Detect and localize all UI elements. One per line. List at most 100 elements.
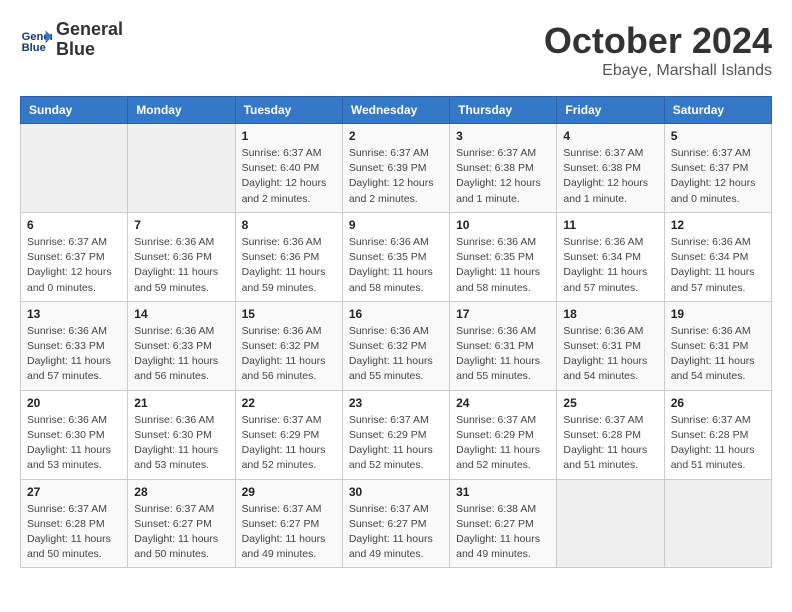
day-number: 29 (242, 485, 336, 499)
day-info: Sunrise: 6:37 AMSunset: 6:28 PMDaylight:… (671, 413, 765, 474)
day-info: Sunrise: 6:37 AMSunset: 6:37 PMDaylight:… (27, 235, 121, 296)
day-number: 17 (456, 307, 550, 321)
calendar-cell: 1 Sunrise: 6:37 AMSunset: 6:40 PMDaylight… (235, 124, 342, 213)
calendar-week-row: 27Sunrise: 6:37 AMSunset: 6:28 PMDayligh… (21, 479, 772, 568)
weekday-header: Tuesday (235, 97, 342, 124)
day-info: Sunrise: 6:36 AMSunset: 6:34 PMDaylight:… (563, 235, 657, 296)
day-number: 10 (456, 218, 550, 232)
day-number: 22 (242, 396, 336, 410)
calendar-header-row: SundayMondayTuesdayWednesdayThursdayFrid… (21, 97, 772, 124)
day-number: 26 (671, 396, 765, 410)
day-number: 12 (671, 218, 765, 232)
calendar-cell (128, 124, 235, 213)
day-number: 7 (134, 218, 228, 232)
day-info: Sunrise: 6:37 AMSunset: 6:27 PMDaylight:… (242, 502, 336, 563)
calendar-week-row: 20 Sunrise: 6:36 AMSunset: 6:30 PMDayligh… (21, 390, 772, 479)
day-info: Sunrise: 6:36 AMSunset: 6:33 PMDaylight:… (134, 324, 228, 385)
day-info: Sunrise: 6:38 AMSunset: 6:27 PMDaylight:… (456, 502, 550, 563)
calendar-cell: 8 Sunrise: 6:36 AMSunset: 6:36 PMDaylight… (235, 212, 342, 301)
day-number: 18 (563, 307, 657, 321)
day-info: Sunrise: 6:36 AMSunset: 6:33 PMDaylight:… (27, 324, 121, 385)
day-number: 5 (671, 129, 765, 143)
calendar-cell: 27Sunrise: 6:37 AMSunset: 6:28 PMDayligh… (21, 479, 128, 568)
day-info: Sunrise: 6:36 AMSunset: 6:36 PMDaylight:… (242, 235, 336, 296)
day-number: 9 (349, 218, 443, 232)
day-info: Sunrise: 6:37 AMSunset: 6:39 PMDaylight:… (349, 146, 443, 207)
calendar-cell: 31 Sunrise: 6:38 AMSunset: 6:27 PMDayligh… (450, 479, 557, 568)
calendar-week-row: 13 Sunrise: 6:36 AMSunset: 6:33 PMDayligh… (21, 301, 772, 390)
title-block: October 2024 Ebaye, Marshall Islands (544, 20, 772, 80)
calendar-cell: 18 Sunrise: 6:36 AMSunset: 6:31 PMDayligh… (557, 301, 664, 390)
day-number: 14 (134, 307, 228, 321)
calendar-cell (557, 479, 664, 568)
logo: General Blue General Blue (20, 20, 123, 60)
day-info: Sunrise: 6:36 AMSunset: 6:31 PMDaylight:… (563, 324, 657, 385)
day-number: 8 (242, 218, 336, 232)
day-number: 25 (563, 396, 657, 410)
calendar-cell: 3Sunrise: 6:37 AMSunset: 6:38 PMDaylight… (450, 124, 557, 213)
calendar-cell: 28 Sunrise: 6:37 AMSunset: 6:27 PMDayligh… (128, 479, 235, 568)
calendar-cell: 29 Sunrise: 6:37 AMSunset: 6:27 PMDayligh… (235, 479, 342, 568)
day-info: Sunrise: 6:36 AMSunset: 6:31 PMDaylight:… (671, 324, 765, 385)
day-number: 21 (134, 396, 228, 410)
calendar-cell: 16Sunrise: 6:36 AMSunset: 6:32 PMDayligh… (342, 301, 449, 390)
page-header: General Blue General Blue October 2024 E… (20, 20, 772, 80)
day-number: 13 (27, 307, 121, 321)
weekday-header: Sunday (21, 97, 128, 124)
weekday-header: Monday (128, 97, 235, 124)
calendar-cell: 9Sunrise: 6:36 AMSunset: 6:35 PMDaylight… (342, 212, 449, 301)
day-info: Sunrise: 6:37 AMSunset: 6:29 PMDaylight:… (242, 413, 336, 474)
day-number: 19 (671, 307, 765, 321)
day-number: 31 (456, 485, 550, 499)
calendar-cell: 2 Sunrise: 6:37 AMSunset: 6:39 PMDaylight… (342, 124, 449, 213)
day-number: 3 (456, 129, 550, 143)
weekday-header: Saturday (664, 97, 771, 124)
day-info: Sunrise: 6:37 AMSunset: 6:37 PMDaylight:… (671, 146, 765, 207)
day-info: Sunrise: 6:36 AMSunset: 6:32 PMDaylight:… (242, 324, 336, 385)
day-info: Sunrise: 6:36 AMSunset: 6:30 PMDaylight:… (134, 413, 228, 474)
calendar-cell: 21 Sunrise: 6:36 AMSunset: 6:30 PMDayligh… (128, 390, 235, 479)
day-info: Sunrise: 6:37 AMSunset: 6:29 PMDaylight:… (349, 413, 443, 474)
calendar-cell: 26 Sunrise: 6:37 AMSunset: 6:28 PMDayligh… (664, 390, 771, 479)
logo-icon: General Blue (20, 24, 52, 56)
title-location: Ebaye, Marshall Islands (544, 62, 772, 80)
day-info: Sunrise: 6:36 AMSunset: 6:36 PMDaylight:… (134, 235, 228, 296)
day-number: 28 (134, 485, 228, 499)
day-info: Sunrise: 6:37 AMSunset: 6:27 PMDaylight:… (134, 502, 228, 563)
day-info: Sunrise: 6:36 AMSunset: 6:32 PMDaylight:… (349, 324, 443, 385)
day-number: 2 (349, 129, 443, 143)
calendar-cell: 22 Sunrise: 6:37 AMSunset: 6:29 PMDayligh… (235, 390, 342, 479)
logo-line2: Blue (56, 40, 123, 60)
day-number: 30 (349, 485, 443, 499)
day-number: 6 (27, 218, 121, 232)
day-number: 1 (242, 129, 336, 143)
day-info: Sunrise: 6:36 AMSunset: 6:30 PMDaylight:… (27, 413, 121, 474)
calendar-cell: 13 Sunrise: 6:36 AMSunset: 6:33 PMDayligh… (21, 301, 128, 390)
logo-text: General Blue (56, 20, 123, 60)
calendar-cell: 30 Sunrise: 6:37 AMSunset: 6:27 PMDayligh… (342, 479, 449, 568)
calendar-cell: 12 Sunrise: 6:36 AMSunset: 6:34 PMDayligh… (664, 212, 771, 301)
calendar-cell: 23Sunrise: 6:37 AMSunset: 6:29 PMDayligh… (342, 390, 449, 479)
weekday-header: Wednesday (342, 97, 449, 124)
calendar-cell: 10Sunrise: 6:36 AMSunset: 6:35 PMDayligh… (450, 212, 557, 301)
day-number: 20 (27, 396, 121, 410)
calendar-cell: 19 Sunrise: 6:36 AMSunset: 6:31 PMDayligh… (664, 301, 771, 390)
calendar-cell: 6 Sunrise: 6:37 AMSunset: 6:37 PMDaylight… (21, 212, 128, 301)
weekday-header: Friday (557, 97, 664, 124)
logo-line1: General (56, 20, 123, 40)
day-info: Sunrise: 6:37 AMSunset: 6:27 PMDaylight:… (349, 502, 443, 563)
day-info: Sunrise: 6:37 AMSunset: 6:28 PMDaylight:… (27, 502, 121, 563)
day-number: 15 (242, 307, 336, 321)
calendar-table: SundayMondayTuesdayWednesdayThursdayFrid… (20, 96, 772, 568)
calendar-cell: 14 Sunrise: 6:36 AMSunset: 6:33 PMDayligh… (128, 301, 235, 390)
day-number: 11 (563, 218, 657, 232)
calendar-cell (21, 124, 128, 213)
day-info: Sunrise: 6:36 AMSunset: 6:34 PMDaylight:… (671, 235, 765, 296)
day-number: 4 (563, 129, 657, 143)
calendar-cell: 20 Sunrise: 6:36 AMSunset: 6:30 PMDayligh… (21, 390, 128, 479)
day-info: Sunrise: 6:37 AMSunset: 6:40 PMDaylight:… (242, 146, 336, 207)
weekday-header: Thursday (450, 97, 557, 124)
calendar-cell: 17Sunrise: 6:36 AMSunset: 6:31 PMDayligh… (450, 301, 557, 390)
title-month: October 2024 (544, 20, 772, 62)
calendar-cell: 5 Sunrise: 6:37 AMSunset: 6:37 PMDaylight… (664, 124, 771, 213)
